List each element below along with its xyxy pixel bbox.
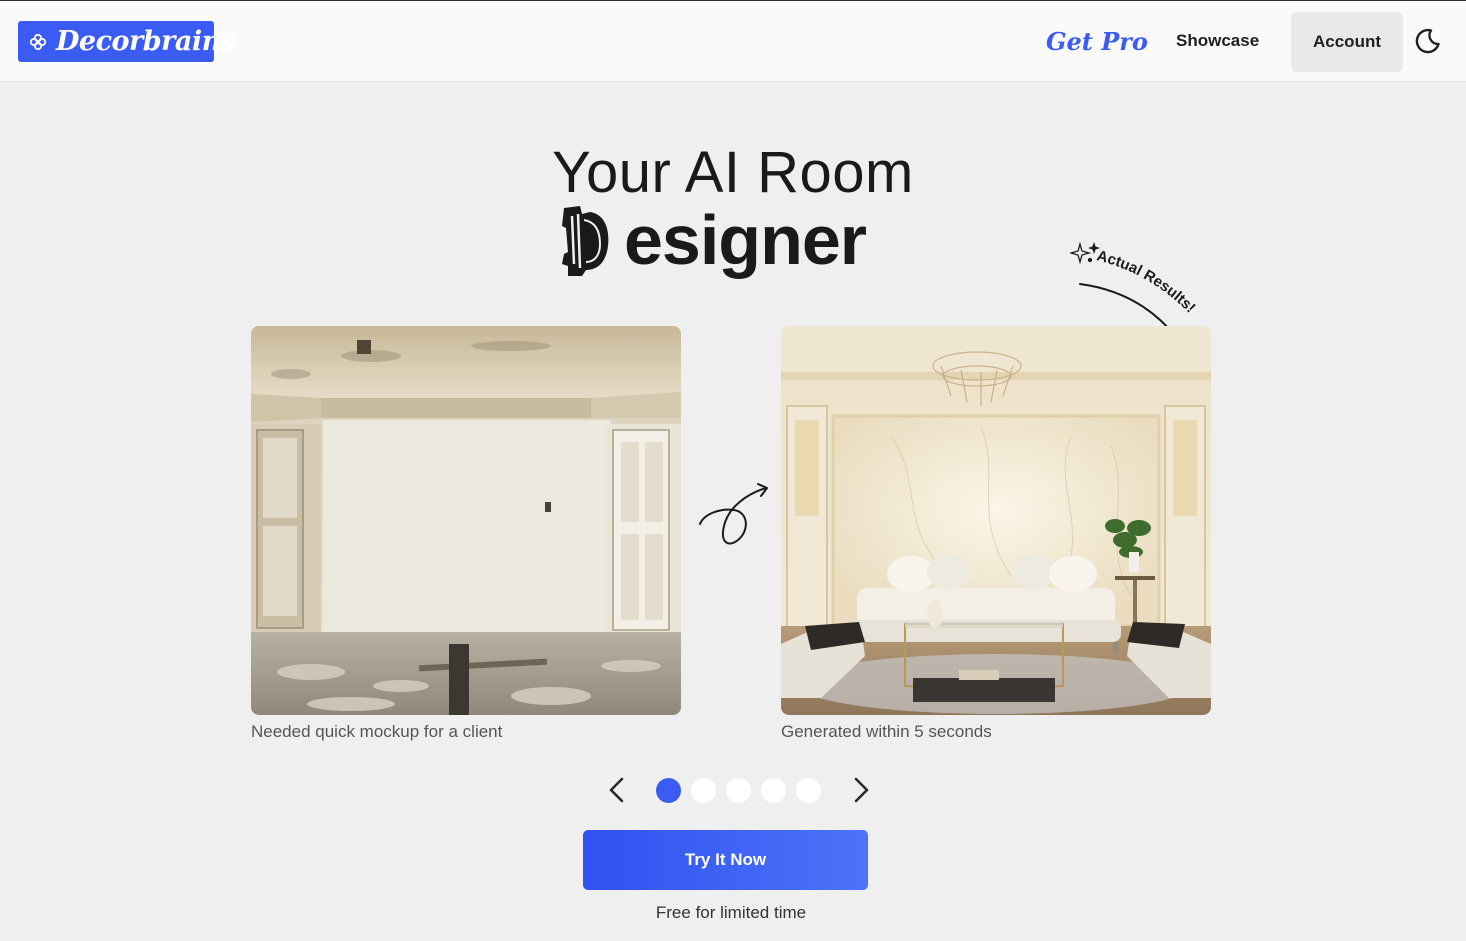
after-room-image [781, 326, 1211, 715]
try-it-now-button[interactable]: Try It Now [583, 830, 868, 890]
stylized-d-letter [562, 206, 609, 276]
showcase-link[interactable]: Showcase [1176, 29, 1259, 53]
carousel-dot-1[interactable] [656, 778, 681, 803]
hero-title-word: esigner [624, 201, 867, 279]
get-pro-link[interactable]: Get Pro [1046, 27, 1148, 57]
transform-arrow-icon [694, 478, 774, 550]
brand-logo[interactable]: Decorbrains [18, 21, 236, 62]
account-button[interactable]: Account [1291, 12, 1403, 72]
logo-text: Decorbrains [56, 26, 236, 57]
carousel-dot-5[interactable] [796, 778, 821, 803]
after-caption: Generated within 5 seconds [781, 722, 992, 741]
before-room-image [251, 326, 681, 715]
carousel-dot-3[interactable] [726, 778, 751, 803]
svg-text:Actual Results!: Actual Results! [1095, 247, 1199, 316]
actual-results-badge: Actual Results! [1070, 241, 1199, 338]
sparkle-icon [1070, 241, 1101, 265]
chevron-left-icon[interactable] [602, 775, 632, 805]
top-navbar: Decorbrains Get Pro Showcase Account [0, 0, 1466, 82]
badge-text: Actual Results! [1095, 247, 1199, 316]
before-caption: Needed quick mockup for a client [251, 722, 503, 741]
cta-subtext: Free for limited time [655, 903, 807, 922]
chevron-right-icon[interactable] [846, 775, 876, 805]
carousel-dot-4[interactable] [761, 778, 786, 803]
logo-flower-icon [28, 32, 48, 52]
hero-title-line1: Your AI Room [552, 140, 914, 205]
hero-title-line2: esigner [560, 200, 867, 280]
carousel-dot-2[interactable] [691, 778, 716, 803]
moon-icon[interactable] [1414, 27, 1442, 55]
